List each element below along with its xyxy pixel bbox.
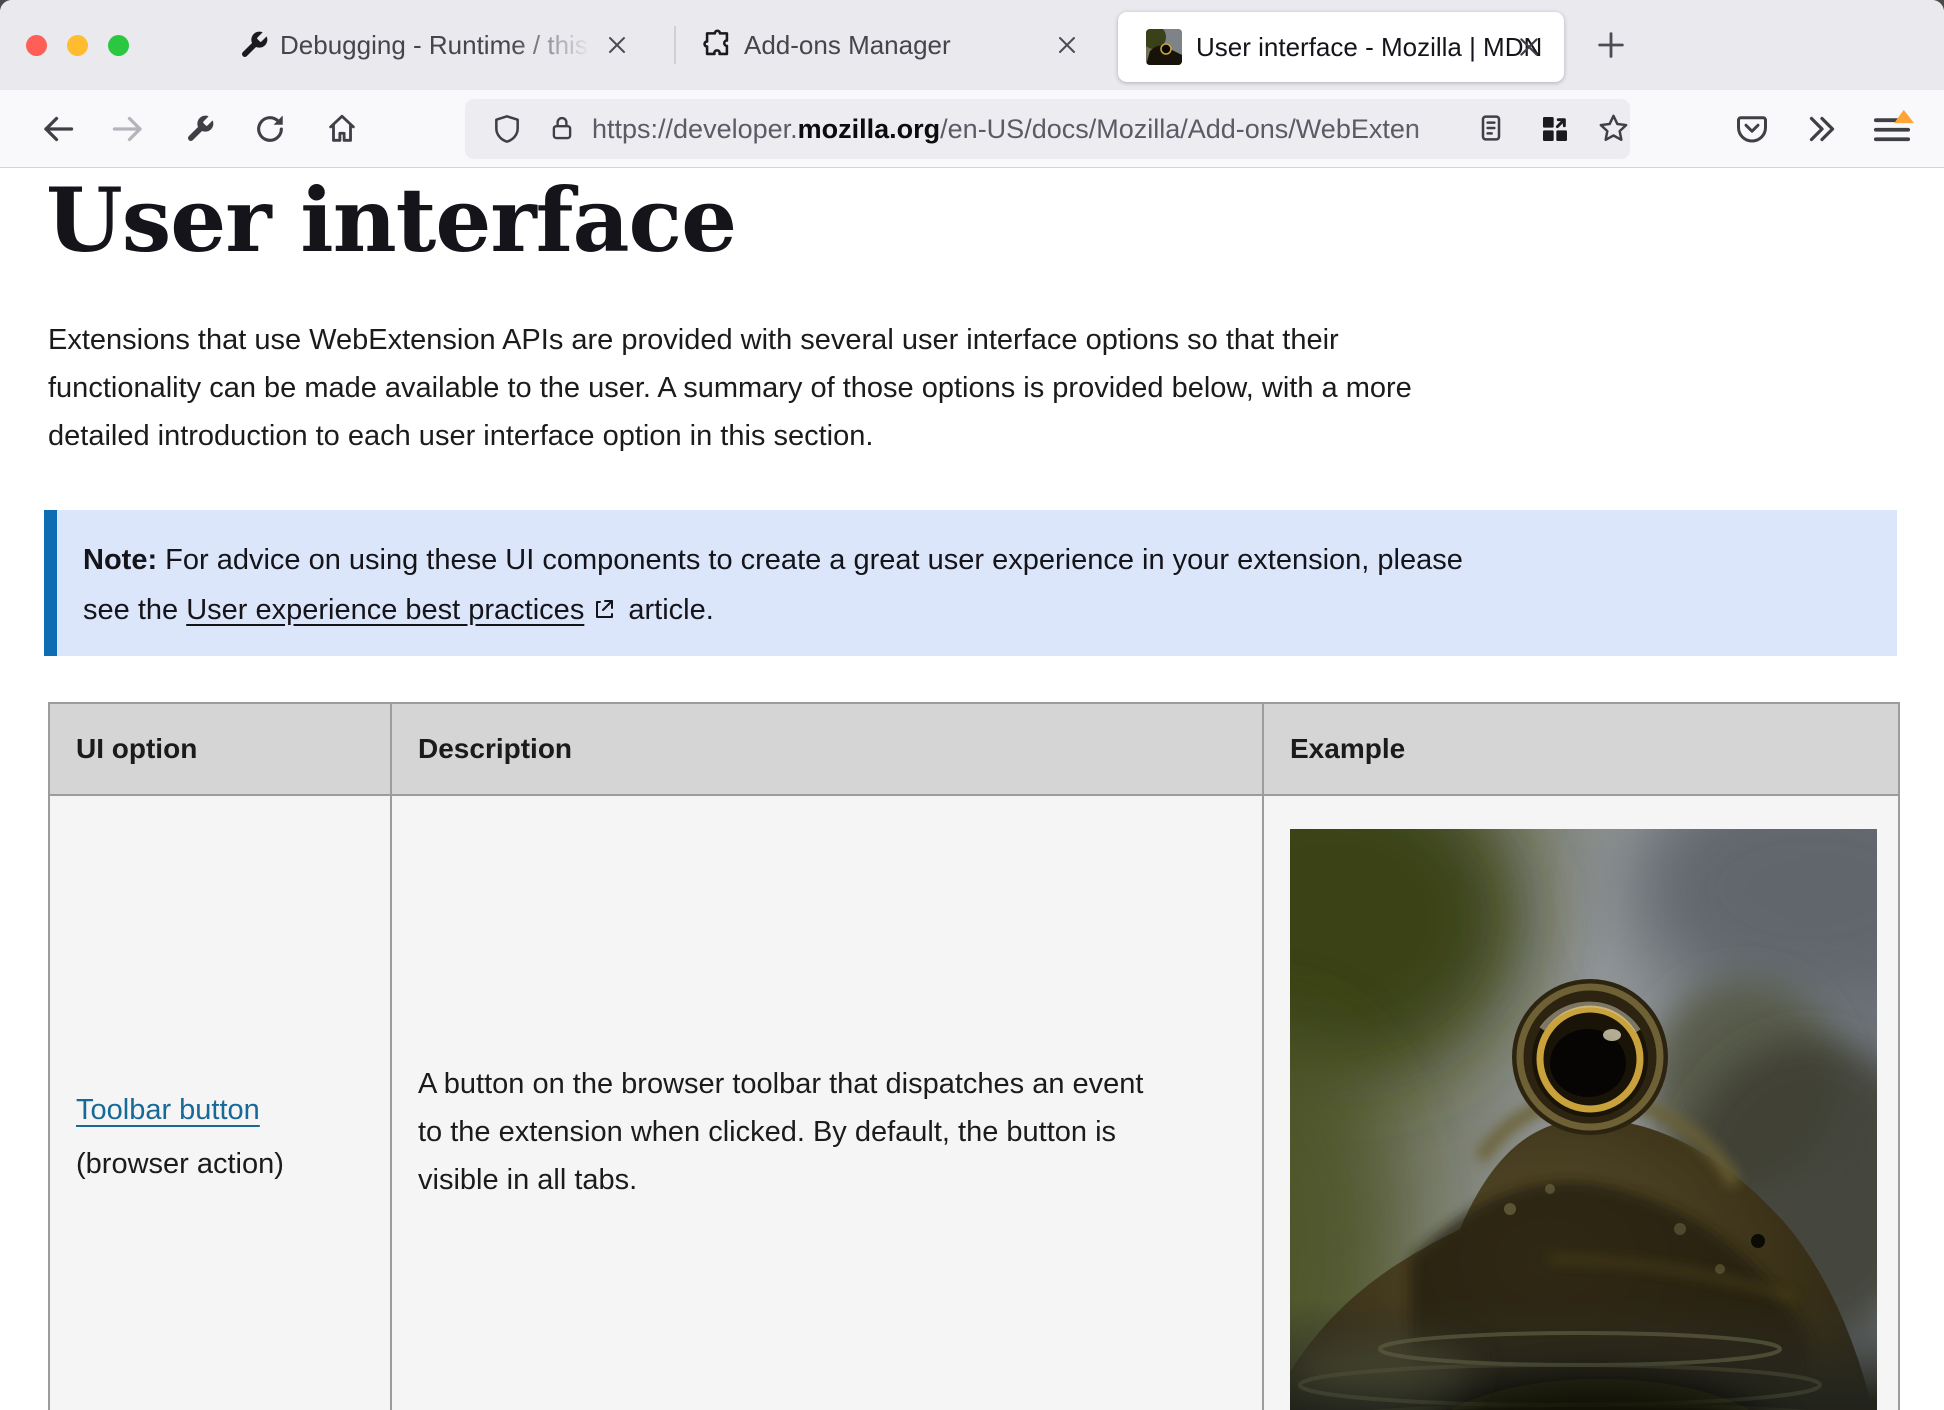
navigation-toolbar: https://developer.mozilla.org/en-US/docs… [0, 90, 1944, 168]
url-text[interactable]: https://developer.mozilla.org/en-US/docs… [592, 99, 1552, 159]
shield-icon[interactable] [491, 113, 523, 150]
back-button[interactable] [30, 90, 86, 168]
lock-icon[interactable] [547, 113, 577, 148]
description-line: to the extension when clicked. By defaul… [418, 1108, 1232, 1156]
close-tab-icon[interactable] [602, 30, 632, 60]
intro-line: Extensions that use WebExtension APIs ar… [48, 316, 1412, 364]
note-line-1: Note: For advice on using these UI compo… [83, 535, 1867, 585]
home-button[interactable] [314, 90, 370, 168]
ui-options-table: UI option Description Example Toolbar bu… [48, 702, 1900, 1410]
pocket-icon [1734, 111, 1770, 147]
intro-paragraph: Extensions that use WebExtension APIs ar… [48, 316, 1412, 460]
external-link-icon [592, 587, 616, 637]
window-controls [26, 35, 129, 56]
app-menu-button[interactable] [1862, 90, 1922, 168]
forward-button[interactable] [100, 90, 156, 168]
tab-title: Add-ons Manager [744, 0, 1014, 90]
toolbar-button-link[interactable]: Toolbar button [76, 1094, 260, 1126]
page-title: User interface [46, 172, 736, 269]
browser-window: Debugging - Runtime / this-firef Add-ons… [0, 0, 1944, 1410]
menu-icon [1870, 107, 1914, 151]
tab-title: Debugging - Runtime / this-firef [280, 0, 600, 90]
note-text: For advice on using these UI components … [157, 544, 1463, 576]
note-text: see the [83, 594, 186, 626]
devtools-wrench-button[interactable] [172, 90, 228, 168]
home-icon [325, 112, 359, 146]
reload-button[interactable] [242, 90, 298, 168]
tab-user-interface[interactable]: User interface - Mozilla | MDN [1118, 12, 1564, 82]
forward-icon [110, 111, 146, 147]
overflow-chevrons-icon [1804, 111, 1840, 147]
note-text: article. [620, 594, 713, 626]
frog-favicon [1146, 29, 1182, 65]
ui-option-subtext: (browser action) [76, 1137, 390, 1191]
table-row: Toolbar button (browser action) A button… [49, 795, 1899, 1410]
note-callout: Note: For advice on using these UI compo… [44, 510, 1897, 656]
intro-line: functionality can be made available to t… [48, 364, 1412, 412]
frog-example-image [1290, 829, 1877, 1410]
tab-title: User interface - Mozilla | MDN [1196, 12, 1542, 82]
description-cell: A button on the browser toolbar that dis… [391, 795, 1263, 1410]
tab-separator [674, 26, 676, 64]
new-tab-icon [1594, 28, 1628, 62]
column-header-example: Example [1263, 703, 1899, 795]
description-line: visible in all tabs. [418, 1156, 1232, 1204]
column-header-ui-option: UI option [49, 703, 391, 795]
ui-option-cell: Toolbar button (browser action) [49, 795, 391, 1410]
bookmark-star-icon[interactable] [1597, 112, 1630, 150]
url-bar[interactable]: https://developer.mozilla.org/en-US/docs… [465, 99, 1630, 159]
wrench-icon [238, 29, 270, 66]
column-header-description: Description [391, 703, 1263, 795]
close-tab-icon[interactable] [1514, 32, 1544, 62]
url-domain: mozilla.org [798, 114, 941, 145]
puzzle-icon [700, 27, 734, 66]
close-tab-icon[interactable] [1052, 30, 1082, 60]
extension-page-action-icon[interactable] [1539, 113, 1571, 150]
back-icon [40, 111, 76, 147]
tab-bar: Debugging - Runtime / this-firef Add-ons… [0, 0, 1944, 90]
reader-mode-icon[interactable] [1475, 112, 1507, 149]
table-header-row: UI option Description Example [49, 703, 1899, 795]
tab-debugging[interactable]: Debugging - Runtime / this-firef [230, 0, 660, 90]
ux-best-practices-link[interactable]: User experience best practices [186, 594, 584, 626]
url-path: /en-US/docs/Mozilla/Add-ons/WebExten [940, 114, 1420, 145]
close-window-button[interactable] [26, 35, 47, 56]
reload-icon [253, 112, 287, 146]
note-label: Note: [83, 544, 157, 576]
pocket-button[interactable] [1724, 90, 1780, 168]
url-prefix: https://developer. [592, 114, 798, 145]
description-line: A button on the browser toolbar that dis… [418, 1060, 1232, 1108]
wrench-icon [184, 113, 216, 145]
tab-addons-manager[interactable]: Add-ons Manager [692, 0, 1104, 90]
zoom-window-button[interactable] [108, 35, 129, 56]
overflow-menu-button[interactable] [1794, 90, 1850, 168]
minimize-window-button[interactable] [67, 35, 88, 56]
update-badge-icon [1894, 110, 1914, 123]
example-cell [1263, 795, 1899, 1410]
intro-line: detailed introduction to each user inter… [48, 412, 1412, 460]
new-tab-button[interactable] [1592, 26, 1630, 64]
note-line-2: see the User experience best practices a… [83, 585, 1867, 637]
page-content: User interface Extensions that use WebEx… [0, 168, 1944, 1410]
